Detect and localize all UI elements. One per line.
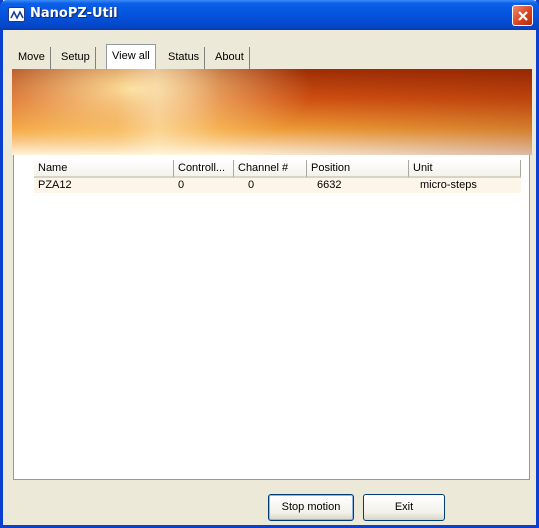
column-header-unit[interactable]: Unit [409,160,521,178]
list-header: Name Controll... Channel # Position Unit [34,160,521,178]
tab-about[interactable]: About [210,47,250,69]
close-icon [518,11,528,21]
nanopz-app-icon [8,7,25,22]
title-bar[interactable]: NanoPZ-Util [0,0,539,30]
cell-name: PZA12 [38,179,72,191]
cell-position: 6632 [317,179,342,191]
close-button[interactable] [512,5,533,26]
banner-sheen [12,69,532,155]
cell-controller: 0 [178,179,185,191]
tab-move[interactable]: Move [13,47,51,69]
tab-view-all[interactable]: View all [106,44,156,69]
device-list[interactable]: Name Controll... Channel # Position Unit… [34,160,521,200]
cell-channel: 0 [248,179,255,191]
column-header-channel[interactable]: Channel # [234,160,307,178]
cell-unit: micro-steps [420,179,477,191]
table-row[interactable]: PZA12 0 0 6632 micro-steps [34,178,521,193]
window-title: NanoPZ-Util [30,6,118,21]
header-banner-image [12,69,532,155]
exit-button[interactable]: Exit [363,494,445,521]
column-header-position[interactable]: Position [307,160,409,178]
column-header-name[interactable]: Name [34,160,174,178]
stop-motion-button[interactable]: Stop motion [268,494,354,521]
column-header-controller[interactable]: Controll... [174,160,234,178]
tab-status[interactable]: Status [163,47,206,69]
tab-setup[interactable]: Setup [56,47,96,69]
app-window: NanoPZ-Util Move Setup View all Status A… [0,0,539,528]
